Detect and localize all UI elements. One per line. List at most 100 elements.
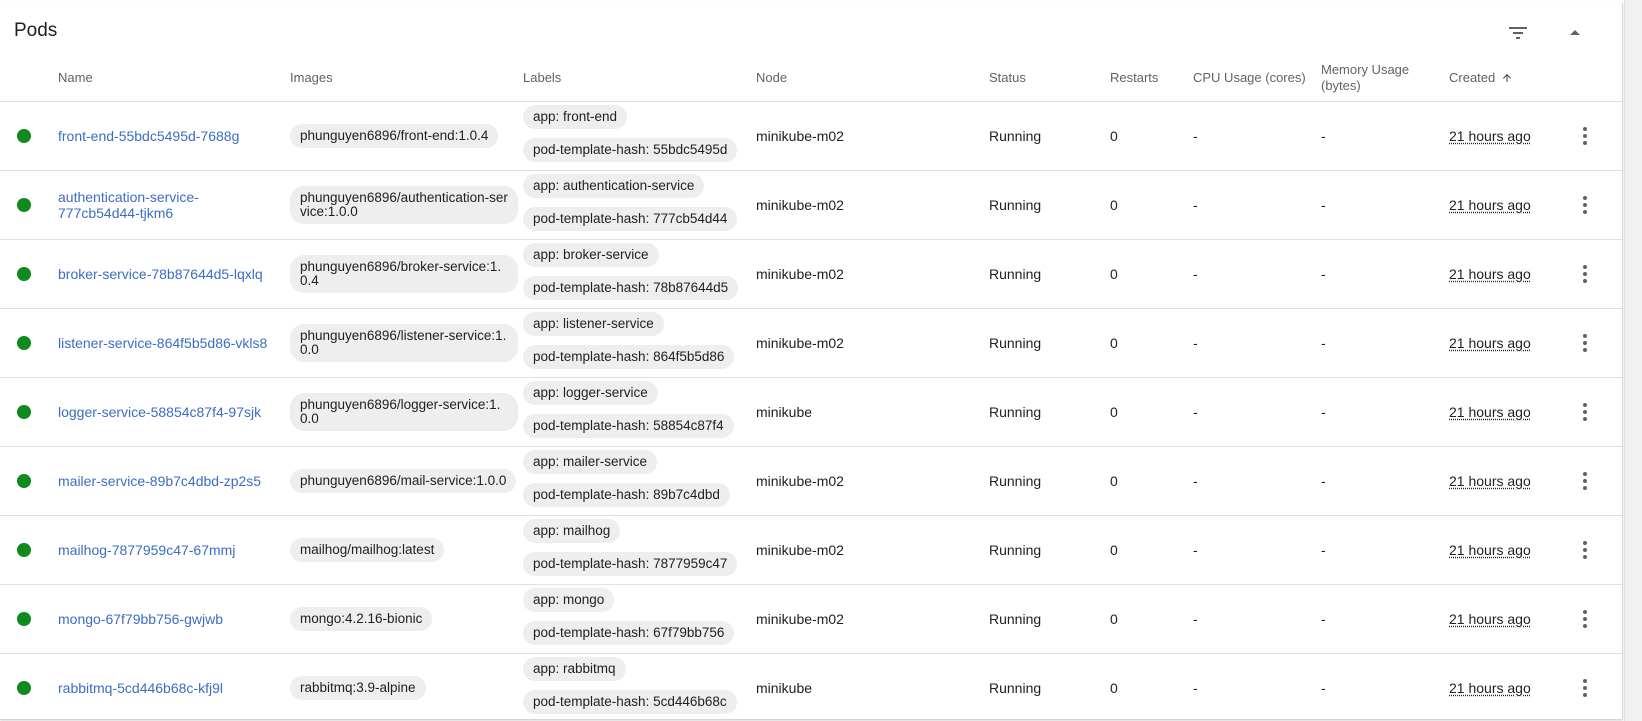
node-value: minikube	[756, 680, 813, 696]
status-running-icon	[17, 267, 31, 281]
label-chip-app: app: authentication-service	[523, 174, 705, 198]
label-chip-app: app: front-end	[523, 105, 628, 129]
row-actions-button[interactable]	[1565, 392, 1605, 432]
column-header-memory[interactable]: Memory Usage (bytes)	[1321, 55, 1441, 101]
table-row: broker-service-78b87644d5-lqxlq phunguyen…	[0, 240, 1622, 309]
pod-name-link[interactable]: mongo-67f79bb756-gwjwb	[58, 611, 278, 627]
cpu-value: -	[1193, 473, 1198, 489]
table-row: front-end-55bdc5495d-7688g phunguyen6896/…	[0, 102, 1622, 171]
restarts-value: 0	[1110, 266, 1118, 282]
row-actions-button[interactable]	[1565, 668, 1605, 708]
status-running-icon	[17, 336, 31, 350]
created-value: 21 hours ago	[1449, 611, 1531, 627]
filter-list-icon	[1509, 27, 1527, 39]
status-running-icon	[17, 474, 31, 488]
node-value: minikube-m02	[756, 128, 844, 144]
column-header-restarts[interactable]: Restarts	[1110, 55, 1158, 101]
label-chip-hash: pod-template-hash: 7877959c47	[523, 552, 738, 576]
more-vert-icon	[1583, 403, 1587, 421]
column-header-cpu[interactable]: CPU Usage (cores)	[1193, 55, 1318, 101]
table-row: mongo-67f79bb756-gwjwb mongo:4.2.16-bioni…	[0, 585, 1622, 654]
label-chip-hash: pod-template-hash: 864f5b5d86	[523, 345, 735, 369]
column-header-status[interactable]: Status	[989, 55, 1026, 101]
label-chip-app: app: mailer-service	[523, 450, 658, 474]
table-row: mailer-service-89b7c4dbd-zp2s5 phunguyen6…	[0, 447, 1622, 516]
node-value: minikube-m02	[756, 473, 844, 489]
row-actions-button[interactable]	[1565, 323, 1605, 363]
node-value: minikube-m02	[756, 197, 844, 213]
table-row: authentication-service-777cb54d44-tjkm6 p…	[0, 171, 1622, 240]
status-running-icon	[17, 129, 31, 143]
card-title: Pods	[14, 20, 58, 41]
table-header: Name Images Labels Node Status Restarts …	[0, 55, 1622, 102]
memory-value: -	[1321, 404, 1326, 420]
restarts-value: 0	[1110, 197, 1118, 213]
memory-value: -	[1321, 197, 1326, 213]
status-value: Running	[989, 197, 1042, 213]
column-header-images: Images	[290, 70, 333, 85]
pod-name-link[interactable]: mailhog-7877959c47-67mmj	[58, 542, 278, 558]
row-actions-button[interactable]	[1565, 116, 1605, 156]
pods-card: Pods Name Images Labels Node Status Rest…	[0, 3, 1623, 720]
status-running-icon	[17, 681, 31, 695]
memory-value: -	[1321, 680, 1326, 696]
row-actions-button[interactable]	[1565, 599, 1605, 639]
row-actions-button[interactable]	[1565, 461, 1605, 501]
node-value: minikube-m02	[756, 611, 844, 627]
pod-name-link[interactable]: logger-service-58854c87f4-97sjk	[58, 404, 278, 420]
status-value: Running	[989, 611, 1042, 627]
created-value: 21 hours ago	[1449, 473, 1531, 489]
created-value: 21 hours ago	[1449, 266, 1531, 282]
cpu-value: -	[1193, 266, 1198, 282]
cpu-value: -	[1193, 197, 1198, 213]
label-chip-hash: pod-template-hash: 67f79bb756	[523, 621, 735, 645]
label-chip-hash: pod-template-hash: 5cd446b68c	[523, 690, 737, 714]
row-actions-button[interactable]	[1565, 254, 1605, 294]
restarts-value: 0	[1110, 404, 1118, 420]
page-scrollbar[interactable]	[1624, 0, 1642, 721]
column-header-created[interactable]: Created	[1449, 55, 1513, 101]
table-row: listener-service-864f5b5d86-vkls8 phunguy…	[0, 309, 1622, 378]
created-value: 21 hours ago	[1449, 680, 1531, 696]
restarts-value: 0	[1110, 542, 1118, 558]
more-vert-icon	[1583, 265, 1587, 283]
node-value: minikube-m02	[756, 335, 844, 351]
more-vert-icon	[1583, 472, 1587, 490]
memory-value: -	[1321, 266, 1326, 282]
row-actions-button[interactable]	[1565, 185, 1605, 225]
cpu-value: -	[1193, 611, 1198, 627]
arrow-upward-icon	[1501, 72, 1513, 84]
pod-name-link[interactable]: mailer-service-89b7c4dbd-zp2s5	[58, 473, 278, 489]
more-vert-icon	[1583, 610, 1587, 628]
pod-name-link[interactable]: rabbitmq-5cd446b68c-kfj9l	[58, 680, 278, 696]
more-vert-icon	[1583, 334, 1587, 352]
image-chip: phunguyen6896/authentication-service:1.0…	[290, 186, 518, 224]
memory-value: -	[1321, 542, 1326, 558]
pod-name-link[interactable]: front-end-55bdc5495d-7688g	[58, 128, 278, 144]
filter-button[interactable]	[1498, 13, 1538, 53]
node-value: minikube-m02	[756, 542, 844, 558]
more-vert-icon	[1583, 541, 1587, 559]
column-header-name[interactable]: Name	[58, 55, 93, 101]
image-chip: phunguyen6896/front-end:1.0.4	[290, 124, 499, 148]
image-chip: mailhog/mailhog:latest	[290, 538, 445, 562]
more-vert-icon	[1583, 679, 1587, 697]
cpu-value: -	[1193, 404, 1198, 420]
pod-name-link[interactable]: broker-service-78b87644d5-lqxlq	[58, 266, 278, 282]
pod-name-link[interactable]: listener-service-864f5b5d86-vkls8	[58, 335, 278, 351]
label-chip-app: app: broker-service	[523, 243, 659, 267]
label-chip-hash: pod-template-hash: 78b87644d5	[523, 276, 739, 300]
expand-less-icon	[1570, 30, 1580, 35]
pod-name-link[interactable]: authentication-service-777cb54d44-tjkm6	[58, 189, 278, 221]
status-value: Running	[989, 680, 1042, 696]
cpu-value: -	[1193, 542, 1198, 558]
status-value: Running	[989, 542, 1042, 558]
node-value: minikube-m02	[756, 266, 844, 282]
memory-value: -	[1321, 128, 1326, 144]
image-chip: rabbitmq:3.9-alpine	[290, 676, 426, 700]
column-header-node[interactable]: Node	[756, 55, 787, 101]
row-actions-button[interactable]	[1565, 530, 1605, 570]
collapse-button[interactable]	[1555, 13, 1595, 53]
status-running-icon	[17, 198, 31, 212]
label-chip-hash: pod-template-hash: 777cb54d44	[523, 207, 738, 231]
